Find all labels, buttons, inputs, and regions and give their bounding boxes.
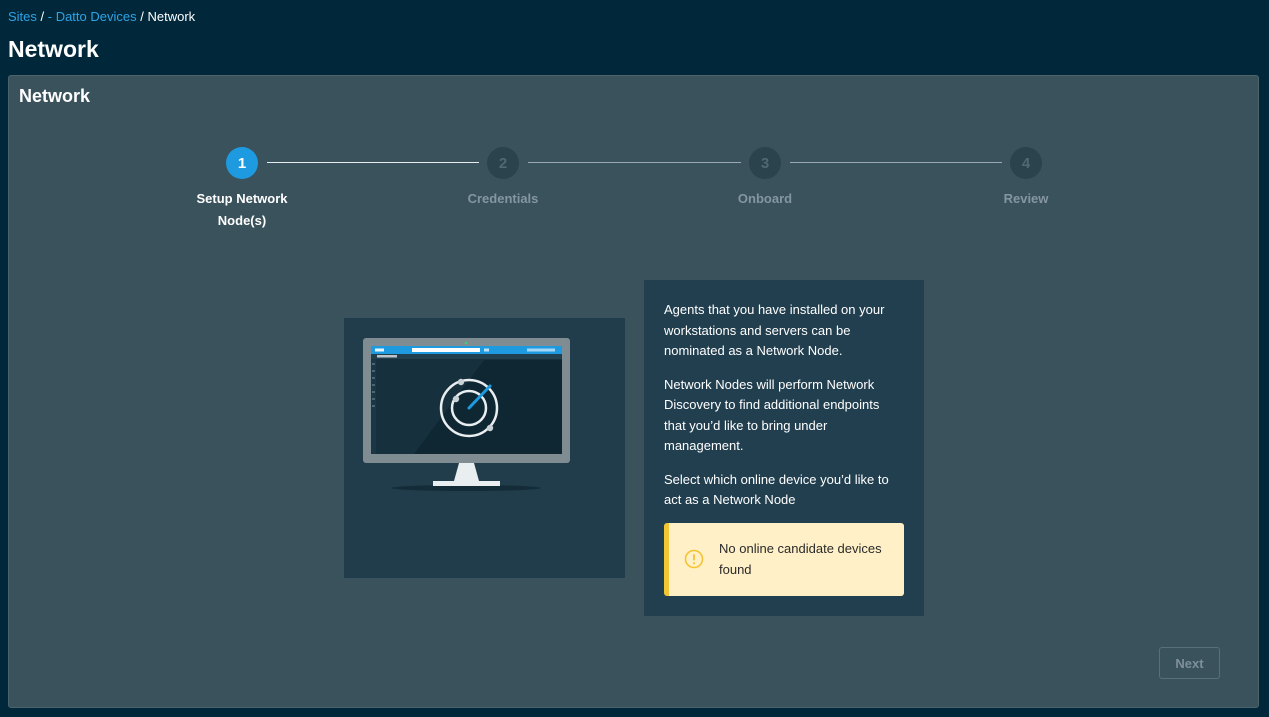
step-connector — [528, 162, 741, 163]
step-1-label: Setup Network Node(s) — [196, 191, 288, 228]
network-node-info-panel: Agents that you have installed on your w… — [644, 280, 924, 616]
step-4-indicator: 4 — [1010, 147, 1042, 179]
info-paragraph: Select which online device you’d like to… — [664, 471, 889, 508]
info-paragraph: Agents that you have installed on your w… — [664, 302, 885, 358]
step-3-indicator: 3 — [749, 147, 781, 179]
step-4-label: Review — [1003, 191, 1049, 206]
monitor-radar-icon — [363, 338, 570, 491]
next-button[interactable]: Next — [1159, 647, 1220, 679]
step-1-indicator: 1 — [226, 147, 258, 179]
breadcrumb-separator: / — [136, 9, 148, 24]
network-wizard-card: Network 1 2 3 4 Setup Network Node(s) Cr… — [8, 75, 1259, 708]
breadcrumb-current: Network — [147, 9, 196, 24]
breadcrumb-link-sites[interactable]: Sites — [8, 9, 37, 24]
breadcrumb: Sites / - Datto Devices / Network — [8, 9, 195, 24]
network-node-illustration — [344, 318, 625, 578]
no-devices-warning: No online candidate devices found — [664, 523, 904, 596]
step-2-indicator: 2 — [487, 147, 519, 179]
info-paragraph: Network Nodes will perform Network Disco… — [664, 376, 880, 454]
breadcrumb-separator: / — [36, 9, 48, 24]
step-2-label: Credentials — [467, 191, 539, 206]
page-title: Network — [8, 36, 99, 62]
step-3-label: Onboard — [737, 191, 793, 206]
step-connector — [790, 162, 1002, 163]
exclamation-circle-icon — [684, 549, 704, 569]
warning-message: No online candidate devices found — [719, 541, 882, 577]
breadcrumb-link-datto-devices[interactable]: - Datto Devices — [48, 9, 137, 24]
step-connector — [267, 162, 479, 163]
wizard-stepper: 1 2 3 4 Setup Network Node(s) Credential… — [9, 76, 1258, 236]
